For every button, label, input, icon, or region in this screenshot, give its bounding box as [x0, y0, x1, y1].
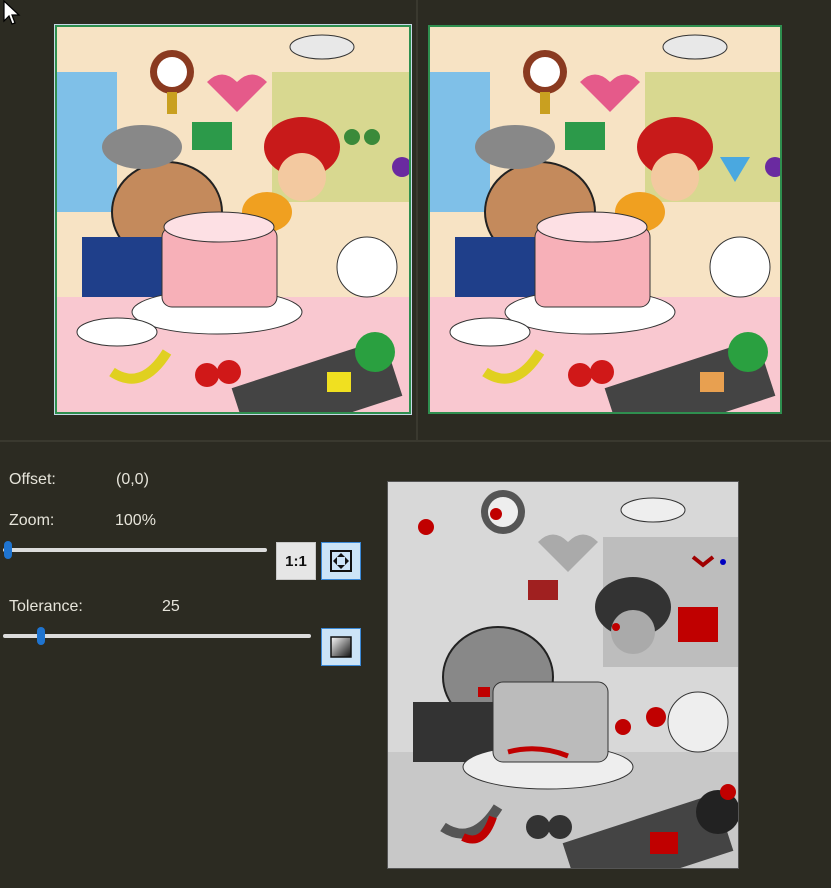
- tolerance-value: 25: [162, 598, 180, 615]
- fit-to-window-button[interactable]: [321, 542, 361, 580]
- tolerance-label: Tolerance:: [9, 598, 83, 615]
- zoom-slider[interactable]: [3, 540, 267, 560]
- difference-view[interactable]: [387, 481, 739, 869]
- gradient-contrast-icon: [330, 636, 352, 658]
- vertical-splitter[interactable]: [416, 0, 418, 440]
- tolerance-slider-thumb[interactable]: [37, 627, 45, 645]
- left-puzzle-image: [57, 27, 409, 412]
- zoom-value: 100%: [115, 512, 156, 529]
- tolerance-slider-track: [3, 634, 311, 638]
- zoom-1to1-button[interactable]: 1:1: [276, 542, 316, 580]
- one-to-one-label: 1:1: [285, 552, 307, 570]
- left-image-panel[interactable]: [54, 24, 412, 415]
- horizontal-splitter[interactable]: [0, 440, 831, 442]
- contrast-toggle-button[interactable]: [321, 628, 361, 666]
- offset-label: Offset:: [9, 471, 56, 488]
- right-image-panel[interactable]: [428, 25, 782, 414]
- tolerance-slider[interactable]: [3, 626, 311, 646]
- offset-value: (0,0): [116, 471, 149, 488]
- fit-to-window-icon: [330, 550, 352, 572]
- mouse-cursor-icon: [3, 0, 21, 25]
- difference-image: [388, 482, 738, 868]
- zoom-label: Zoom:: [9, 512, 55, 529]
- zoom-slider-track: [3, 548, 267, 552]
- zoom-slider-thumb[interactable]: [4, 541, 12, 559]
- right-puzzle-image: [430, 27, 780, 412]
